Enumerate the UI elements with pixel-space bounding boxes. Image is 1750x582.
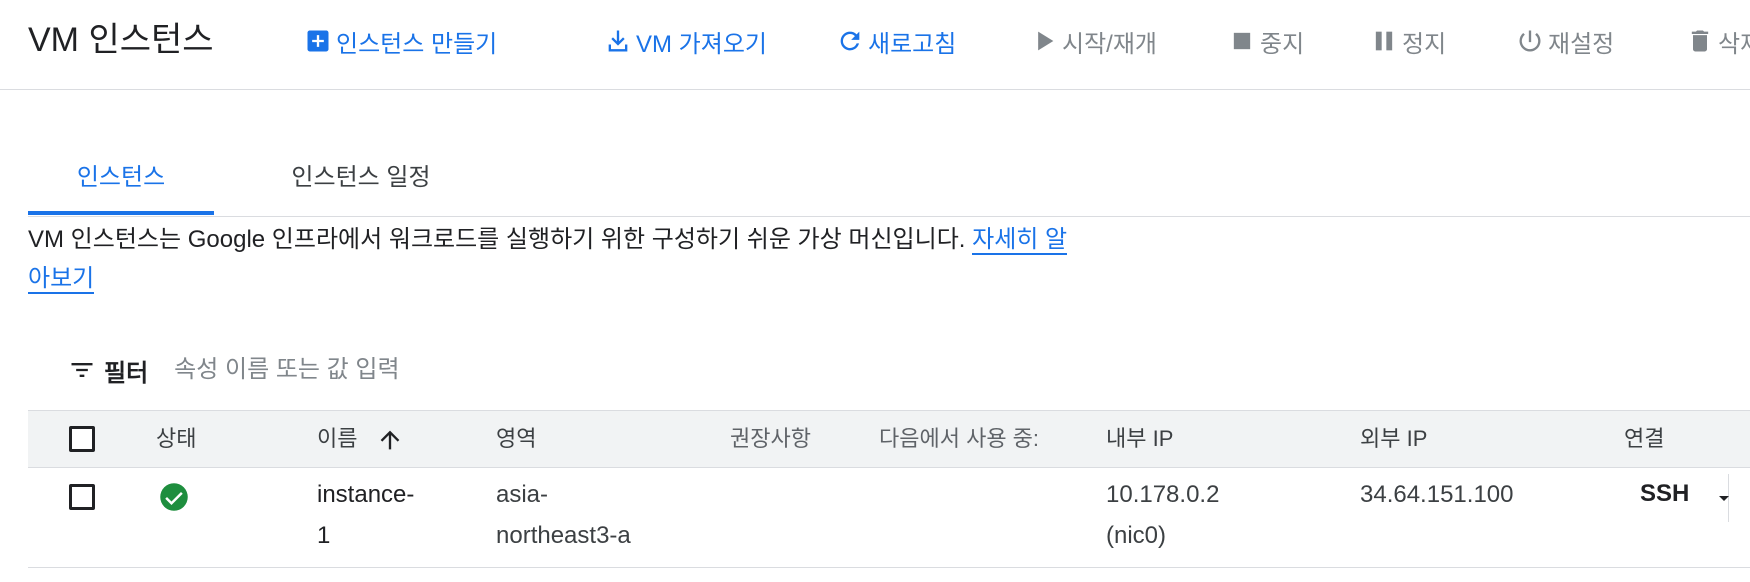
refresh-label: 새로고침 (868, 30, 957, 58)
page-description: VM 인스턴스는 Google 인프라에서 워크로드를 실행하기 위한 구성하기… (28, 220, 1068, 298)
column-zone[interactable]: 영역 (496, 411, 536, 467)
pause-icon (1375, 31, 1393, 51)
external-ip: 34.64.151.100 (1360, 481, 1514, 508)
column-recommendation[interactable]: 권장사항 (730, 411, 811, 467)
instance-zone-line-2: northeast3-a (496, 522, 631, 549)
column-status[interactable]: 상태 (156, 411, 196, 467)
internal-ip: 10.178.0.2 (nic0) (1106, 474, 1219, 556)
column-internal-ip[interactable]: 내부 IP (1106, 411, 1173, 467)
tab-instance-schedules[interactable]: 인스턴스 일정 (264, 150, 458, 214)
ssh-button[interactable]: SSH (1640, 480, 1689, 508)
column-name-label: 이름 (317, 426, 358, 451)
page-title: VM 인스턴스 (28, 21, 214, 59)
refresh-button[interactable]: 새로고침 (836, 22, 956, 60)
refresh-icon (840, 31, 860, 51)
check-circle-icon (160, 483, 188, 511)
arrow-upward-icon[interactable] (376, 426, 404, 454)
filter-bar: 필터 (68, 350, 535, 390)
delete-button[interactable]: 삭제 (1686, 22, 1750, 60)
stop-label: 중지 (1260, 30, 1305, 58)
toolbar: VM 인스턴스 인스턴스 만들기 VM 가져오기 새로고침 시작/재개 중지 정… (0, 0, 1750, 90)
table-header: 상태 이름 영역 권장사항 다음에서 사용 중: 내부 IP 외부 IP 연결 (28, 410, 1750, 468)
instance-zone-line-1: asia- (496, 481, 549, 508)
filter-input[interactable] (174, 356, 535, 384)
create-instance-button[interactable]: 인스턴스 만들기 (304, 22, 497, 60)
stop-button[interactable]: 중지 (1228, 22, 1304, 60)
filter-label: 필터 (104, 359, 149, 387)
import-vm-label: VM 가져오기 (636, 30, 767, 58)
suspend-button[interactable]: 정지 (1370, 22, 1446, 60)
tab-instances[interactable]: 인스턴스 (28, 150, 214, 215)
add-box-icon (307, 30, 329, 52)
select-all-checkbox[interactable] (69, 426, 95, 452)
internal-ip-nic: (nic0) (1106, 522, 1167, 549)
delete-label: 삭제 (1718, 30, 1750, 58)
trash-icon (1691, 30, 1709, 52)
suspend-label: 정지 (1402, 30, 1447, 58)
create-instance-label: 인스턴스 만들기 (336, 30, 498, 58)
description-text: VM 인스턴스는 Google 인프라에서 워크로드를 실행하기 위한 구성하기… (28, 226, 973, 253)
column-name[interactable]: 이름 (317, 411, 404, 467)
tab-instance-schedules-label: 인스턴스 일정 (291, 164, 431, 191)
instance-name[interactable]: instance- 1 (317, 474, 414, 556)
column-connect[interactable]: 연결 (1624, 411, 1664, 467)
column-external-ip[interactable]: 외부 IP (1360, 411, 1427, 467)
column-in-use-by[interactable]: 다음에서 사용 중: (879, 411, 1039, 467)
row-checkbox[interactable] (69, 484, 95, 510)
tab-instances-label: 인스턴스 (76, 164, 166, 191)
instance-name-line-2: 1 (317, 522, 331, 549)
start-resume-button[interactable]: 시작/재개 (1030, 22, 1157, 60)
reset-label: 재설정 (1548, 30, 1615, 58)
download-icon (608, 30, 628, 52)
start-resume-label: 시작/재개 (1062, 30, 1157, 58)
filter-list-icon[interactable] (68, 356, 96, 384)
instance-name-line-1: instance- (317, 481, 415, 508)
stop-icon (1233, 32, 1251, 50)
import-vm-button[interactable]: VM 가져오기 (604, 22, 767, 60)
instance-zone: asia- northeast3-a (496, 474, 631, 556)
tab-bar: 인스턴스 인스턴스 일정 (28, 150, 1750, 217)
table-row[interactable]: instance- 1 asia- northeast3-a 10.178.0.… (28, 468, 1750, 568)
reset-button[interactable]: 재설정 (1516, 22, 1614, 60)
internal-ip-address: 10.178.0.2 (1106, 481, 1220, 508)
play-icon (1038, 31, 1054, 51)
power-icon (1519, 30, 1541, 52)
ssh-dropdown-arrow-icon[interactable] (1712, 486, 1736, 510)
